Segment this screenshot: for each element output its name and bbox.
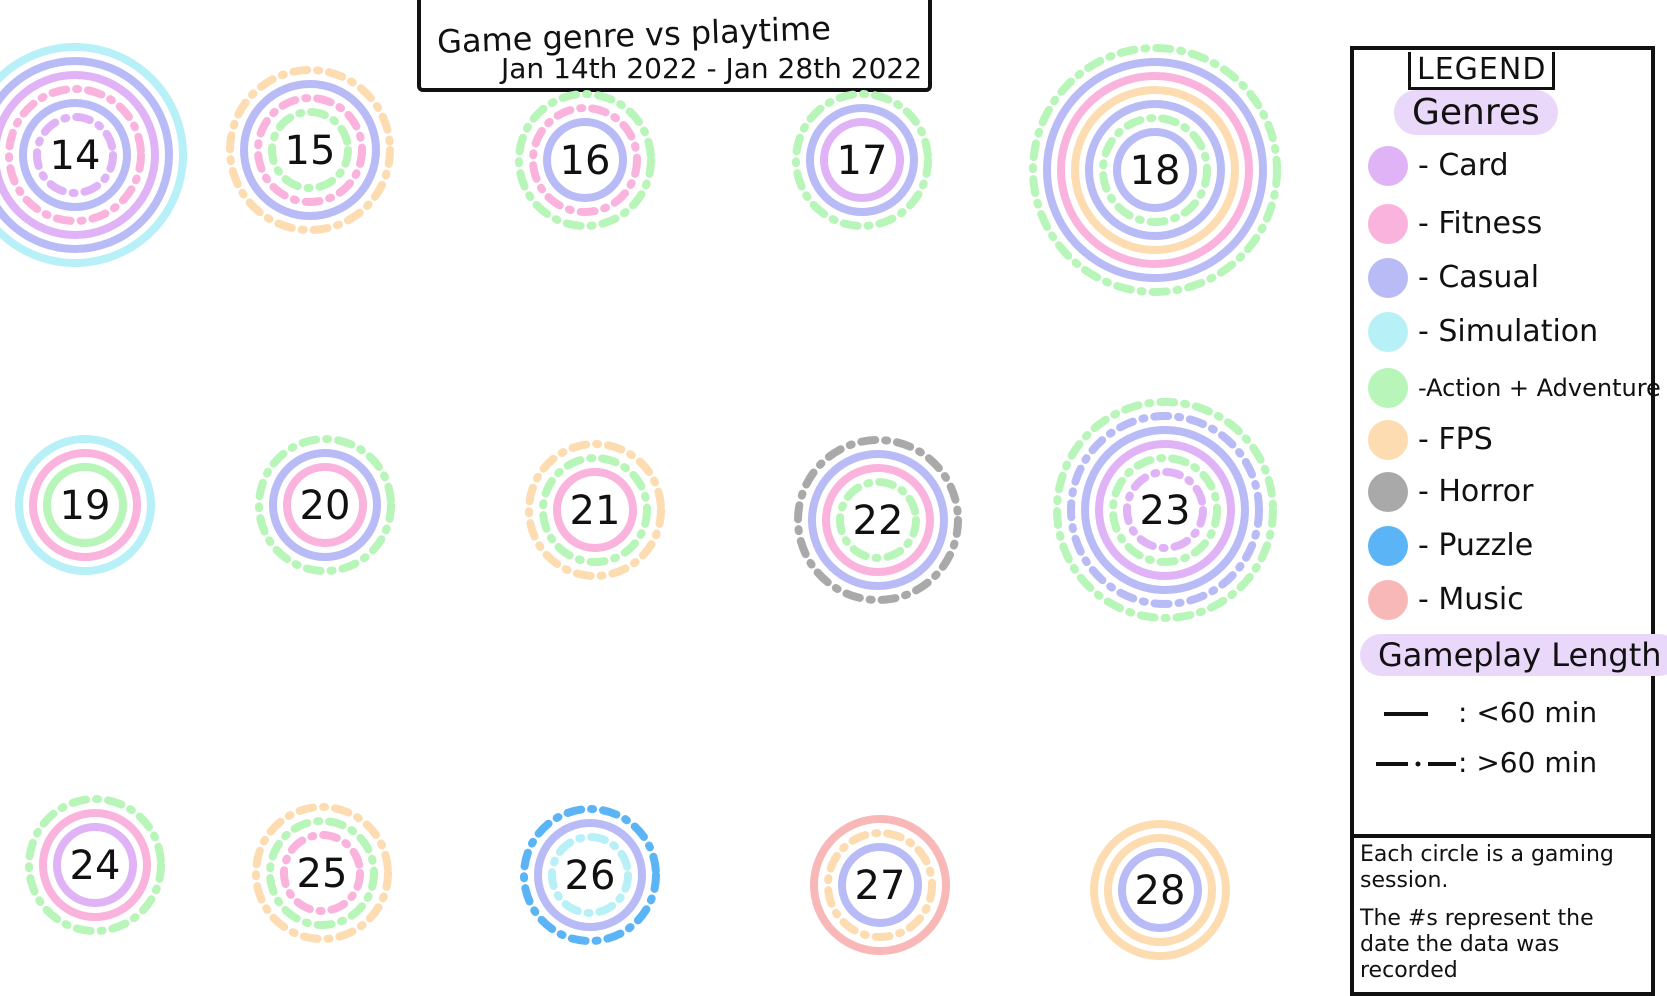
legend-length-long: : >60 min (1374, 746, 1654, 782)
simulation-label: - Simulation (1418, 314, 1599, 349)
day-label: 19 (60, 483, 111, 529)
horror-swatch (1368, 472, 1408, 512)
day-label: 14 (50, 133, 101, 179)
action-label: -Action + Adventure (1418, 374, 1661, 402)
long-length-label: : >60 min (1458, 746, 1598, 779)
legend-genre-puzzle: - Puzzle (1368, 526, 1658, 570)
legend-genre-card: - Card (1368, 146, 1658, 190)
gameplay-length-heading: Gameplay Length (1360, 634, 1667, 676)
legend-genre-simulation: - Simulation (1368, 312, 1658, 356)
day-label: 16 (560, 138, 611, 184)
solid-line-sample (1384, 712, 1428, 716)
casual-label: - Casual (1418, 260, 1540, 295)
legend-genre-casual: - Casual (1368, 258, 1658, 302)
day-label: 27 (855, 863, 906, 909)
day-label: 28 (1135, 868, 1186, 914)
card-swatch (1368, 146, 1408, 186)
day-label: 21 (570, 488, 621, 534)
legend-genre-horror: - Horror (1368, 472, 1658, 516)
day-label: 20 (300, 483, 351, 529)
legend: LEGEND Genres - Card - Fitness - Casual … (1350, 46, 1667, 996)
music-swatch (1368, 580, 1408, 620)
legend-genre-fps: - FPS (1368, 420, 1658, 464)
day-label: 22 (853, 498, 904, 544)
day-label: 26 (565, 853, 616, 899)
note-numbers-date: The #s represent the date the data was r… (1360, 906, 1594, 983)
fitness-swatch (1368, 204, 1408, 244)
dash-dot-line-sample (1376, 761, 1456, 767)
card-label: - Card (1418, 148, 1509, 183)
session-diagram: 14 15 16 17 18 19 20 21 22 23 24 25 26 27 28 (0, 43, 1281, 960)
note-circle-session: Each circle is a gaming session. (1360, 842, 1614, 893)
simulation-swatch (1368, 312, 1408, 352)
day-label: 24 (70, 843, 121, 889)
day-label: 25 (297, 851, 348, 897)
legend-divider (1354, 834, 1651, 838)
fitness-label: - Fitness (1418, 206, 1543, 241)
legend-title: LEGEND (1408, 52, 1556, 90)
short-length-label: : <60 min (1458, 696, 1598, 729)
day-label: 18 (1130, 148, 1181, 194)
legend-genre-action: -Action + Adventure (1368, 368, 1661, 412)
casual-swatch (1368, 258, 1408, 298)
genres-heading: Genres (1394, 90, 1558, 135)
fps-label: - FPS (1418, 422, 1493, 457)
day-label: 17 (837, 138, 888, 184)
puzzle-swatch (1368, 526, 1408, 566)
puzzle-label: - Puzzle (1418, 528, 1534, 563)
legend-length-short: : <60 min (1374, 696, 1654, 732)
legend-genre-music: - Music (1368, 580, 1658, 624)
music-label: - Music (1418, 582, 1524, 617)
day-label: 23 (1140, 488, 1191, 534)
action-swatch (1368, 368, 1408, 408)
horror-label: - Horror (1418, 474, 1534, 509)
legend-genre-fitness: - Fitness (1368, 204, 1658, 248)
day-label: 15 (285, 128, 336, 174)
fps-swatch (1368, 420, 1408, 460)
